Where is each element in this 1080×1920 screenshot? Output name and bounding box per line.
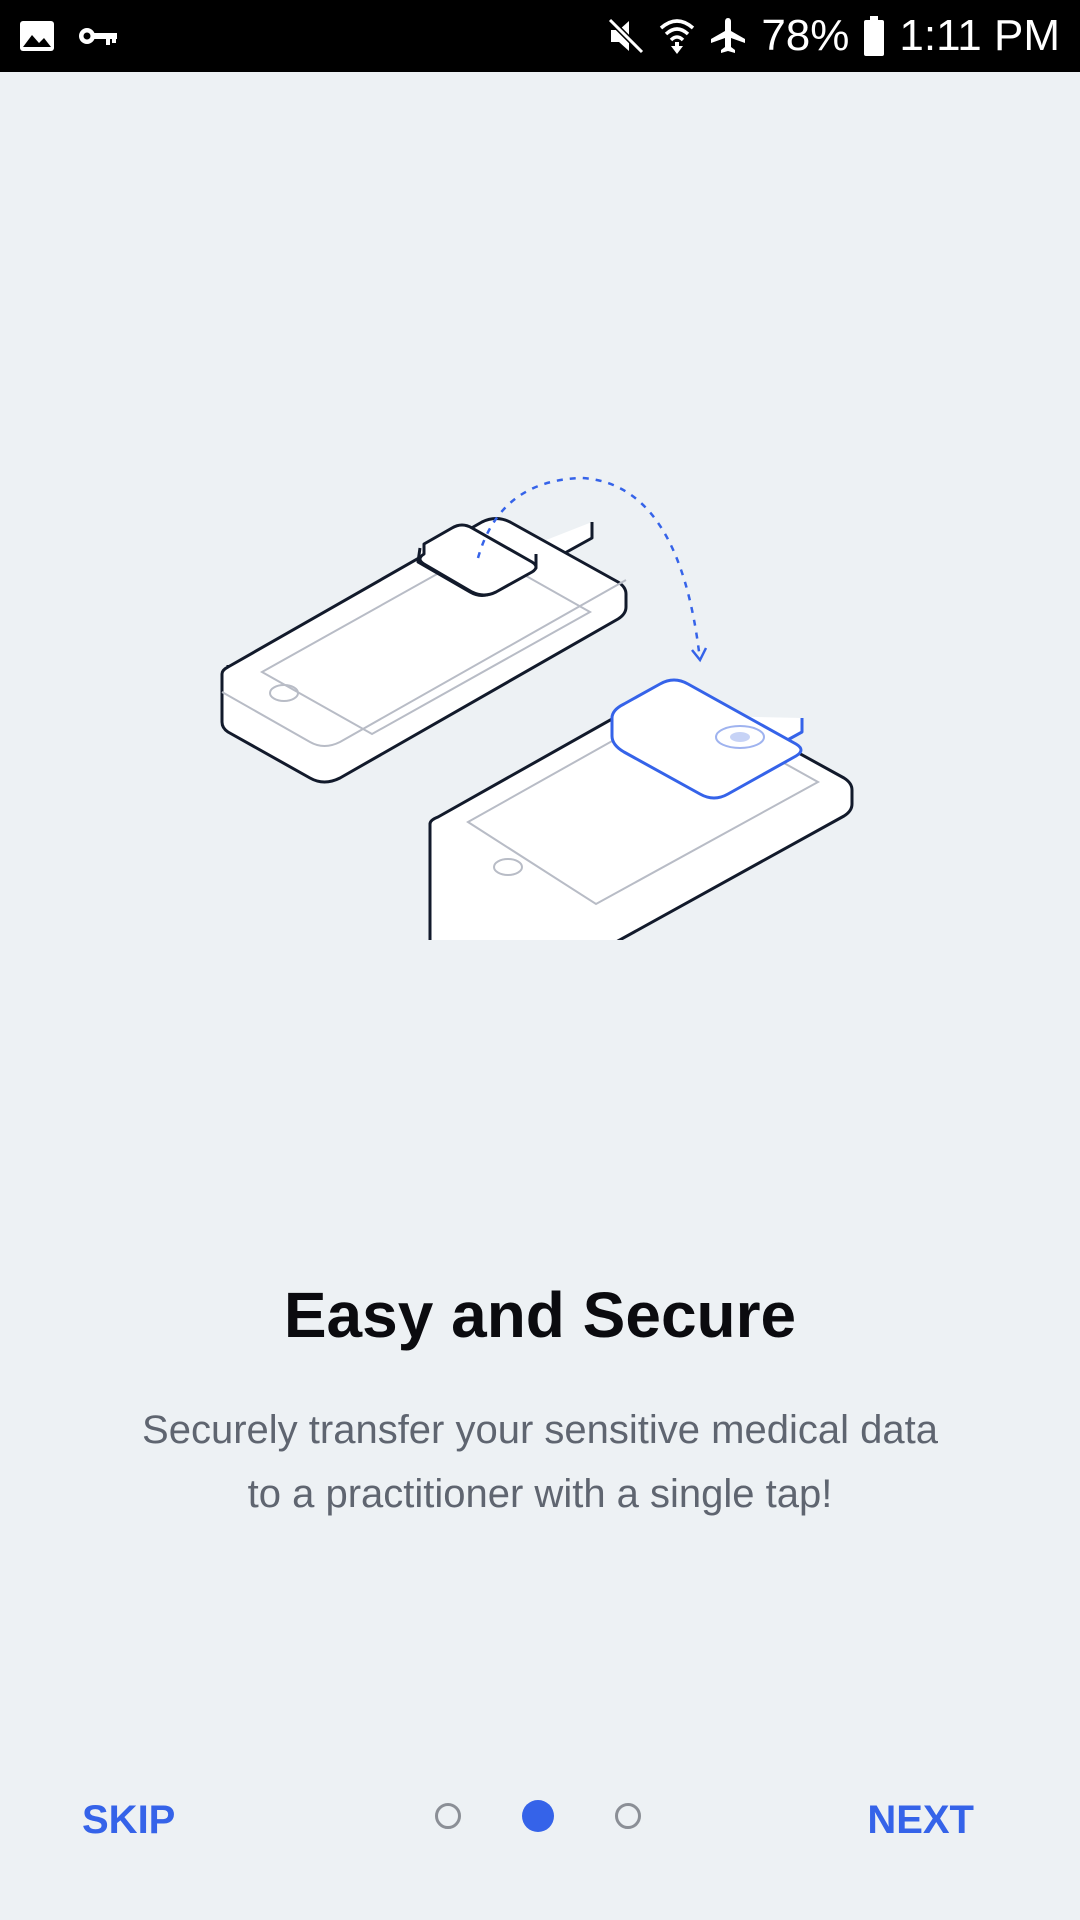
airplane-icon — [709, 16, 747, 56]
skip-button[interactable]: SKIP — [82, 1790, 175, 1850]
sender-phone-graphic — [220, 517, 628, 784]
receiver-phone-graphic — [428, 678, 854, 1000]
page-indicator — [430, 1800, 650, 1837]
status-bar-right: 78% 1:11 PM — [607, 8, 1060, 64]
next-button[interactable]: NEXT — [867, 1790, 974, 1850]
wifi-icon — [659, 16, 695, 56]
battery-percentage: 78% — [761, 11, 850, 60]
page-dot-2-active[interactable] — [522, 1800, 554, 1832]
onboarding-title: Easy and Secure — [283, 1279, 797, 1351]
mute-icon — [607, 16, 645, 56]
battery-icon — [863, 15, 885, 57]
clock: 1:11 PM — [899, 11, 1060, 60]
two-phones-transfer-illustration — [200, 460, 880, 1000]
image-icon — [18, 19, 56, 53]
onboarding-description: Securely transfer your sensitive medical… — [142, 1408, 938, 1516]
key-icon — [78, 24, 118, 48]
status-bar: 78% 1:11 PM — [0, 0, 1080, 72]
status-bar-left — [18, 14, 118, 58]
page-dot-3[interactable] — [615, 1803, 641, 1829]
page-dot-1[interactable] — [435, 1803, 461, 1829]
onboarding-screen: 78% 1:11 PM Easy and Secure Securely tra… — [0, 0, 1080, 1920]
